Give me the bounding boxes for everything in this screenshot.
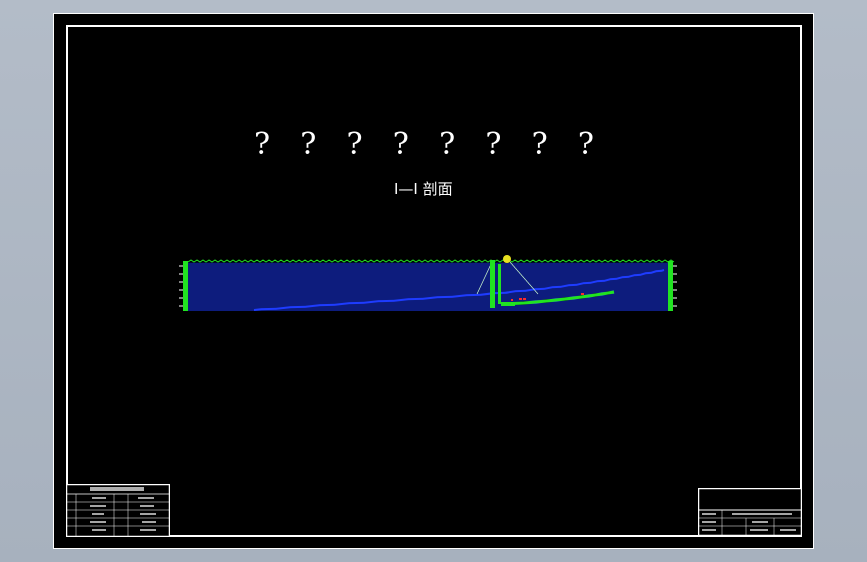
- title-glyph: ?: [531, 127, 548, 162]
- strata-layers: [186, 262, 670, 311]
- marker: [581, 293, 584, 295]
- title-glyph: ?: [485, 127, 502, 162]
- well-shaft: [490, 260, 495, 308]
- title-glyph: ?: [577, 127, 594, 162]
- legend-table-border: [66, 484, 170, 537]
- marker: [511, 299, 513, 301]
- title-glyph: ?: [254, 127, 271, 162]
- section-profile: [179, 255, 677, 311]
- title-glyph: ?: [346, 127, 363, 162]
- title-glyph: ?: [392, 127, 409, 162]
- right-tick-marks: [673, 265, 677, 307]
- well-casing: [498, 264, 501, 304]
- title-glyph: ?: [439, 127, 456, 162]
- title-block-border: [698, 488, 802, 536]
- left-boundary-wall: [183, 261, 188, 311]
- right-boundary-wall: [668, 261, 673, 311]
- legend-table: [66, 484, 170, 537]
- title-block: [698, 488, 802, 536]
- drawing-title: ? ? ? ? ? ? ? ?: [254, 128, 594, 164]
- pipe-joint: [501, 302, 515, 306]
- well-node: [503, 255, 511, 263]
- ground-surface-line: [187, 259, 675, 263]
- drawing-sheet: ? ? ? ? ? ? ? ? I—I 剖面: [53, 13, 814, 549]
- marker: [523, 298, 526, 300]
- title-glyph: ?: [300, 127, 317, 162]
- section-label: I—I 剖面: [394, 180, 453, 198]
- marker: [519, 298, 522, 300]
- left-tick-marks: [179, 265, 183, 307]
- legend-table-title-mark: [90, 487, 144, 491]
